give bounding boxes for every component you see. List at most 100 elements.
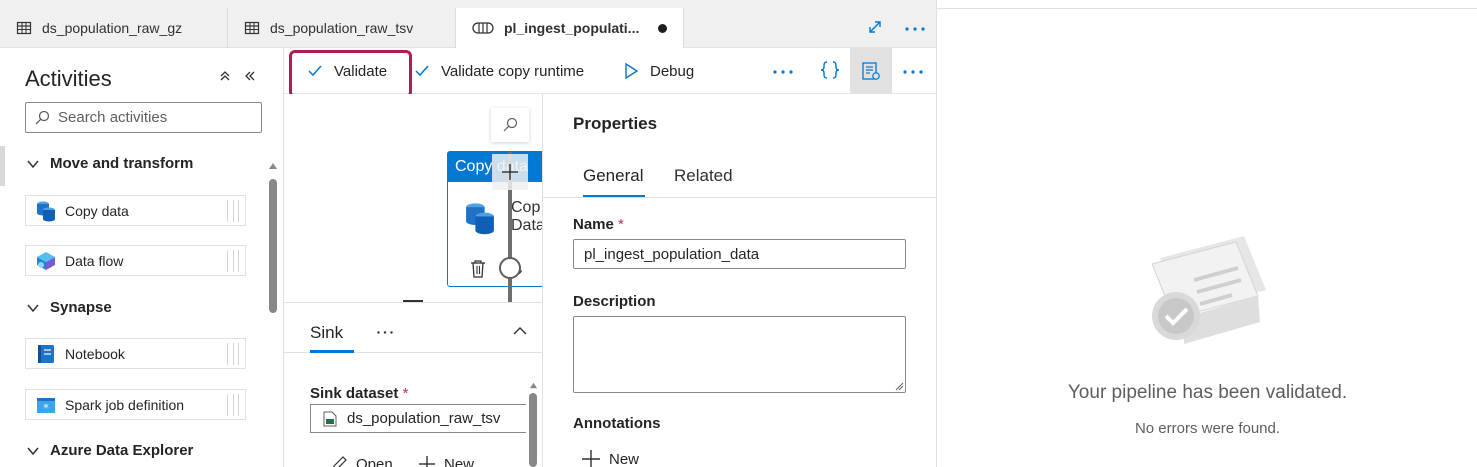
table-icon: [244, 20, 260, 36]
properties-toggle-button[interactable]: [850, 48, 892, 94]
expand-icon[interactable]: [866, 18, 884, 36]
activities-title: Activities: [25, 66, 112, 91]
copy-data-icon: [463, 200, 497, 236]
validate-highlight: [289, 50, 412, 98]
divider: [937, 8, 1477, 9]
name-label-text: Name: [573, 216, 614, 233]
validation-subtitle: No errors were found.: [1134, 420, 1281, 437]
debug-button[interactable]: Debug: [622, 48, 694, 94]
category-azure-data-explorer[interactable]: Azure Data Explorer: [26, 442, 193, 459]
sink-tab-underline: [310, 350, 354, 353]
activity-label: Notebook: [65, 345, 125, 362]
notebook-icon: [35, 343, 57, 365]
more-icon[interactable]: [904, 26, 926, 32]
add-annotation-button[interactable]: New: [581, 449, 639, 467]
annotations-label: Annotations: [573, 415, 661, 432]
tab-pl-ingest-population[interactable]: pl_ingest_populati...: [456, 8, 684, 48]
drag-handle-icon[interactable]: [227, 394, 239, 416]
more-icon[interactable]: [772, 69, 794, 75]
more-icon[interactable]: [376, 330, 394, 335]
scrollbar-thumb[interactable]: [529, 393, 537, 467]
sink-scrollbar[interactable]: [529, 381, 538, 467]
activity-spark-job-definition[interactable]: * Spark job definition: [25, 389, 246, 420]
required-marker: *: [402, 385, 409, 402]
search-icon: [503, 117, 518, 132]
play-icon: [625, 62, 639, 80]
edit-icon: [333, 456, 347, 467]
activity-label: Spark job definition: [65, 396, 185, 413]
collapse-up-icon[interactable]: [218, 69, 232, 83]
validate-copy-runtime-label: Validate copy runtime: [441, 62, 585, 80]
activity-label: Data flow: [65, 252, 124, 269]
pipeline-canvas[interactable]: Copy data Cop Data /›: [284, 94, 542, 302]
tab-label: pl_ingest_populati...: [504, 20, 640, 36]
tab-general[interactable]: General: [583, 166, 643, 186]
validated-illustration-icon: [1142, 234, 1272, 364]
activity-notebook[interactable]: Notebook: [25, 338, 246, 369]
category-label: Move and transform: [50, 155, 194, 172]
activities-scrollbar[interactable]: [268, 161, 278, 467]
description-label: Description: [573, 293, 656, 310]
resize-grip-icon[interactable]: [894, 381, 904, 391]
spark-job-icon: *: [35, 394, 57, 416]
collapse-left-icon[interactable]: [243, 69, 257, 83]
category-move-and-transform[interactable]: Move and transform: [26, 155, 193, 172]
chevron-down-icon: [27, 160, 39, 168]
drag-handle-icon[interactable]: [227, 343, 239, 365]
connector-handle[interactable]: [499, 257, 521, 279]
drag-handle-icon[interactable]: [227, 200, 239, 222]
pipeline-icon: [472, 20, 494, 36]
add-icon[interactable]: [492, 154, 528, 190]
sink-dataset-select[interactable]: ds_population_raw_tsv: [310, 404, 526, 433]
sink-dataset-value: ds_population_raw_tsv: [347, 410, 501, 427]
required-marker: *: [618, 216, 624, 233]
code-braces-icon[interactable]: [819, 59, 841, 81]
properties-icon: [862, 62, 880, 80]
canvas-zoom-button[interactable]: [491, 108, 529, 142]
description-textarea[interactable]: [573, 316, 906, 393]
chevron-down-icon: [27, 447, 39, 455]
delete-icon[interactable]: [469, 259, 487, 279]
chevron-down-icon: [27, 304, 39, 312]
validation-output-pane: Your pipeline has been validated. No err…: [936, 0, 1477, 467]
name-input[interactable]: pl_ingest_population_data: [573, 239, 906, 269]
tab-related[interactable]: Related: [674, 166, 733, 186]
chevron-up-icon[interactable]: [512, 323, 528, 339]
activity-copy-data[interactable]: Copy data: [25, 195, 246, 226]
properties-title: Properties: [573, 114, 658, 133]
debug-label: Debug: [650, 62, 695, 80]
activity-data-flow[interactable]: Data flow: [25, 245, 246, 276]
tab-ds-population-raw-gz[interactable]: ds_population_raw_gz: [0, 8, 228, 48]
new-label: New: [609, 450, 640, 467]
add-icon: [419, 456, 435, 467]
validate-copy-runtime-button[interactable]: Validate copy runtime: [413, 48, 584, 94]
tab-label: ds_population_raw_tsv: [270, 20, 414, 36]
tab-bar: ds_population_raw_gz ds_population_raw_t…: [0, 0, 936, 48]
properties-panel: Properties General Related Name * pl_ing…: [542, 94, 936, 467]
tab-label: ds_population_raw_gz: [42, 20, 183, 36]
validation-title: Your pipeline has been validated.: [1067, 382, 1348, 403]
copy-data-icon: [35, 200, 57, 222]
tab-sink[interactable]: Sink: [310, 323, 343, 343]
new-label: New: [444, 455, 475, 467]
checkmark-icon: [415, 65, 429, 77]
data-flow-icon: [35, 250, 57, 272]
open-button[interactable]: Open: [330, 455, 393, 467]
add-icon: [582, 450, 600, 467]
category-label: Synapse: [50, 299, 112, 316]
new-button[interactable]: New: [418, 455, 474, 467]
activity-node-name-line2: Data: [511, 217, 542, 234]
sink-pane: Sink Sink dataset * ds_population_raw_ts…: [284, 303, 542, 467]
drag-handle-icon[interactable]: [227, 250, 239, 272]
search-activities-input[interactable]: Search activities: [25, 102, 262, 133]
activity-node-name-line1: Cop: [511, 199, 541, 216]
scroll-indicator: [0, 146, 5, 186]
activity-node-name: Cop Data: [511, 199, 542, 235]
tab-ds-population-raw-tsv[interactable]: ds_population_raw_tsv: [228, 8, 456, 48]
file-icon: [323, 411, 337, 427]
table-icon: [16, 20, 32, 36]
more-icon[interactable]: [902, 69, 924, 75]
activities-panel: Activities Search activities Move and tr…: [0, 48, 284, 467]
category-synapse[interactable]: Synapse: [26, 299, 112, 316]
scrollbar-thumb[interactable]: [269, 179, 277, 313]
